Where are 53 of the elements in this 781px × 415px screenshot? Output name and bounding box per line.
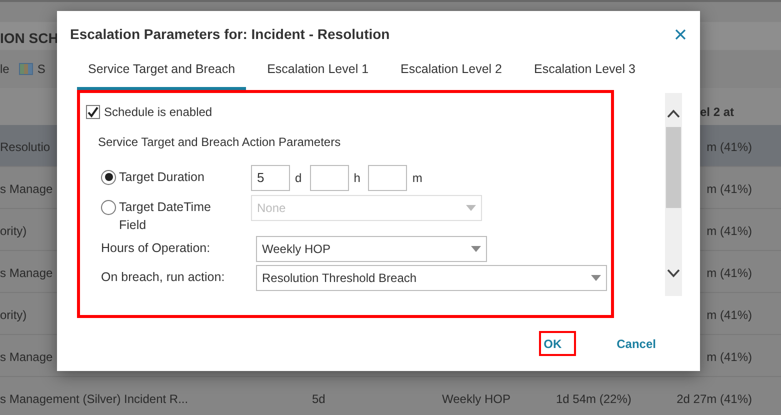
table-cell-text: s Manage xyxy=(0,265,53,282)
field-label: Hours of Operation: xyxy=(101,240,212,258)
scrollbar-thumb[interactable] xyxy=(666,126,681,208)
radio-button[interactable] xyxy=(101,170,116,185)
page-heading: ION SCH xyxy=(0,29,58,48)
scrollbar[interactable] xyxy=(665,92,682,296)
dropdown[interactable]: Resolution Threshold Breach xyxy=(256,264,607,291)
table-cell-text: m (41%) xyxy=(706,265,752,282)
table-cell-text: Weekly HOP xyxy=(442,391,510,408)
table-cell-text: 2d 27m (41%) xyxy=(676,391,752,408)
table-cell-text: s Management (Silver) Incident R... xyxy=(0,391,188,408)
unit-label: h xyxy=(354,170,360,187)
input-field[interactable]: 5 xyxy=(251,164,290,191)
caret-icon xyxy=(471,246,481,252)
table-cell-text: m (41%) xyxy=(706,307,752,324)
caret-icon xyxy=(591,274,601,281)
tab[interactable]: Escalation Level 2 xyxy=(390,60,513,90)
table-cell-text: ority) xyxy=(0,307,27,324)
column-header: el 2 at xyxy=(700,104,734,121)
checkbox[interactable] xyxy=(86,104,100,119)
table-cell-text: Resolutio xyxy=(0,139,50,156)
section-title: Service Target and Breach Action Parameters xyxy=(98,134,342,151)
table-cell-text: 5d xyxy=(312,391,326,408)
unit-label: m xyxy=(412,170,422,187)
toolbar-button[interactable]: le xyxy=(0,60,10,78)
tab[interactable]: Service Target and Breach xyxy=(77,60,246,90)
cancel-button[interactable]: Cancel xyxy=(612,331,661,356)
checkbox-label: Schedule is enabled xyxy=(104,104,212,121)
table-cell-text: ority) xyxy=(0,223,27,240)
toolbar-button[interactable]: S xyxy=(37,60,46,78)
radio-button[interactable] xyxy=(101,200,116,215)
chevron-down-icon[interactable] xyxy=(667,268,680,278)
table-cell-text: 1d 54m (22%) xyxy=(556,391,632,408)
input-field[interactable] xyxy=(368,164,408,191)
radio-label: Target DateTime Field xyxy=(119,198,212,234)
table-cell-text: s Manage xyxy=(0,349,53,366)
close-icon[interactable] xyxy=(675,29,686,40)
dropdown[interactable]: Weekly HOP xyxy=(256,236,487,262)
caret-icon xyxy=(466,204,476,211)
ok-button[interactable]: OK xyxy=(538,331,576,356)
table-cell-text: m (41%) xyxy=(706,181,752,198)
table-cell-text: m (41%) xyxy=(706,223,752,240)
unit-label: d xyxy=(295,170,302,187)
chevron-up-icon[interactable] xyxy=(667,108,680,118)
table-cell-text: m (41%) xyxy=(706,139,752,156)
tab[interactable]: Escalation Level 1 xyxy=(256,60,380,90)
table-cell-text: s Manage xyxy=(0,181,53,198)
input-field[interactable] xyxy=(310,164,349,191)
dialog-title: Escalation Parameters for: Incident - Resolution xyxy=(70,25,390,44)
table-cell-text: m (41%) xyxy=(706,349,752,366)
tab[interactable]: Escalation Level 3 xyxy=(522,60,646,90)
field-label: On breach, run action: xyxy=(101,269,226,286)
radio-label: Target Duration xyxy=(119,168,206,186)
